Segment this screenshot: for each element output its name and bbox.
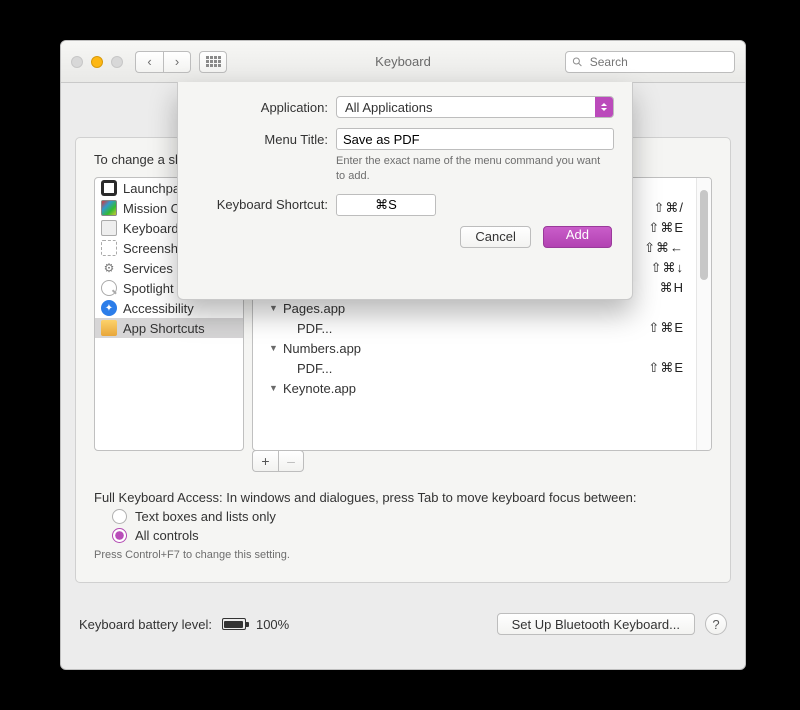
shortcut-label: Keynote.app: [283, 381, 684, 396]
battery-label: Keyboard battery level:: [79, 617, 212, 632]
fka-title: Full Keyboard Access: In windows and dia…: [94, 490, 712, 505]
shortcut-keys: ⇧⌘↓: [651, 260, 684, 276]
grid-icon: [206, 56, 221, 67]
screenshots-icon: [101, 240, 117, 256]
keyboard-shortcut-label: Keyboard Shortcut:: [188, 197, 328, 212]
keyboard-shortcut-input[interactable]: [336, 194, 436, 216]
shortcut-group[interactable]: Numbers.app: [253, 338, 696, 358]
add-shortcut-button[interactable]: +: [252, 450, 278, 472]
close-dot[interactable]: [71, 56, 83, 68]
application-label: Application:: [188, 100, 328, 115]
shortcut-label: Pages.app: [283, 301, 684, 316]
sidebar-item-label: Keyboard: [123, 221, 179, 236]
menu-title-help: Enter the exact name of the menu command…: [336, 154, 606, 184]
footer: Keyboard battery level: 100% Set Up Blue…: [75, 593, 731, 655]
radio-label: All controls: [135, 528, 199, 543]
add-shortcut-sheet: Application: All Applications Menu Title…: [177, 82, 633, 300]
battery-status: Keyboard battery level: 100%: [79, 617, 289, 632]
search-field[interactable]: [565, 51, 735, 73]
add-button[interactable]: Add: [543, 226, 612, 248]
application-select[interactable]: All Applications: [336, 96, 614, 118]
battery-icon: [222, 618, 246, 630]
back-button[interactable]: ‹: [135, 51, 163, 73]
sidebar-item-label: Spotlight: [123, 281, 174, 296]
search-input[interactable]: [588, 54, 728, 70]
chevron-left-icon: ‹: [147, 54, 151, 69]
shortcut-group[interactable]: Keynote.app: [253, 378, 696, 398]
shortcut-label: PDF...: [297, 361, 648, 376]
add-remove-buttons: + –: [252, 450, 304, 472]
cancel-button[interactable]: Cancel: [460, 226, 530, 248]
shortcut-keys: ⇧⌘←: [644, 240, 684, 256]
shortcut-row[interactable]: PDF...⇧⌘E: [253, 358, 696, 378]
select-value: All Applications: [345, 100, 432, 115]
help-button[interactable]: ?: [705, 613, 727, 635]
toolbar: ‹ › Keyboard: [61, 41, 745, 83]
show-all-button[interactable]: [199, 51, 227, 73]
spotlight-icon: [101, 280, 117, 296]
menu-title-label: Menu Title:: [188, 132, 328, 147]
radio-icon: [112, 509, 127, 524]
scrollbar-thumb[interactable]: [700, 190, 708, 280]
shortcut-keys: ⇧⌘E: [648, 360, 684, 376]
preferences-window: ‹ › Keyboard To change a shortcut, selec…: [60, 40, 746, 670]
fka-hint: Press Control+F7 to change this setting.: [94, 549, 712, 561]
shortcut-group[interactable]: Pages.app: [253, 298, 696, 318]
chevron-updown-icon: [595, 97, 613, 117]
nav-buttons: ‹ ›: [135, 51, 191, 73]
shortcut-row[interactable]: PDF...⇧⌘E: [253, 318, 696, 338]
app-shortcuts-icon: [101, 320, 117, 336]
keyboard-icon: [101, 220, 117, 236]
menu-title-input[interactable]: [336, 128, 614, 150]
shortcut-keys: ⌘H: [660, 280, 684, 296]
radio-icon: [112, 528, 127, 543]
shortcut-keys: ⇧⌘E: [648, 320, 684, 336]
sidebar-item-app-shortcuts[interactable]: App Shortcuts: [95, 318, 243, 338]
sidebar-item-label: App Shortcuts: [123, 321, 205, 336]
fka-option-textboxes[interactable]: Text boxes and lists only: [112, 509, 712, 524]
shortcut-keys: ⇧⌘/: [653, 200, 684, 216]
battery-value: 100%: [256, 617, 289, 632]
zoom-dot[interactable]: [111, 56, 123, 68]
minimize-dot[interactable]: [91, 56, 103, 68]
shortcut-label: PDF...: [297, 321, 648, 336]
accessibility-icon: ✦: [101, 300, 117, 316]
bluetooth-setup-button[interactable]: Set Up Bluetooth Keyboard...: [497, 613, 695, 635]
launchpad-icon: [101, 180, 117, 196]
fka-option-all[interactable]: All controls: [112, 528, 712, 543]
traffic-lights: [71, 56, 123, 68]
chevron-right-icon: ›: [175, 54, 179, 69]
full-keyboard-access: Full Keyboard Access: In windows and dia…: [94, 490, 712, 561]
sidebar-item-accessibility[interactable]: ✦ Accessibility: [95, 298, 243, 318]
scrollbar[interactable]: [696, 178, 711, 450]
forward-button[interactable]: ›: [163, 51, 191, 73]
gear-icon: ⚙: [101, 260, 117, 276]
remove-shortcut-button[interactable]: –: [278, 450, 304, 472]
shortcut-keys: ⇧⌘E: [648, 220, 684, 236]
search-icon: [572, 56, 583, 68]
sidebar-item-label: Accessibility: [123, 301, 194, 316]
radio-label: Text boxes and lists only: [135, 509, 276, 524]
sidebar-item-label: Services: [123, 261, 173, 276]
shortcut-label: Numbers.app: [283, 341, 684, 356]
mission-control-icon: [101, 200, 117, 216]
